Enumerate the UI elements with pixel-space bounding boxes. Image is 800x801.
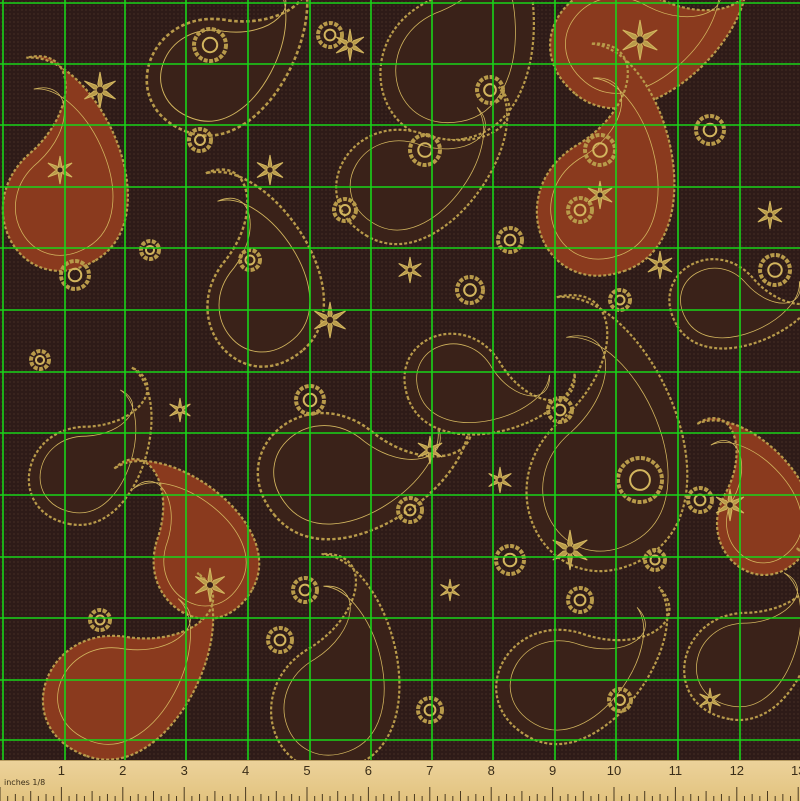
ruler-number: 10 bbox=[607, 763, 621, 778]
ruler-number: 2 bbox=[119, 763, 126, 778]
ruler-number: 4 bbox=[242, 763, 249, 778]
ruler-number: 1 bbox=[58, 763, 65, 778]
ruler-number: 13 bbox=[791, 763, 800, 778]
ruler-number: 6 bbox=[365, 763, 372, 778]
fabric-swatch: 12345678910111213 inches 1/8 bbox=[0, 0, 800, 801]
ruler-number: 12 bbox=[730, 763, 744, 778]
ruler-number: 9 bbox=[549, 763, 556, 778]
ruler-number: 5 bbox=[303, 763, 310, 778]
paisley-pattern bbox=[0, 0, 800, 760]
ruler-number: 11 bbox=[669, 763, 683, 778]
ruler-number: 8 bbox=[488, 763, 495, 778]
ruler-unit-label: inches 1/8 bbox=[4, 778, 46, 787]
ruler-ticks: 12345678910111213 bbox=[0, 763, 800, 801]
ruler-number: 7 bbox=[426, 763, 433, 778]
ruler-number: 3 bbox=[181, 763, 188, 778]
inch-ruler: 12345678910111213 inches 1/8 bbox=[0, 760, 800, 801]
